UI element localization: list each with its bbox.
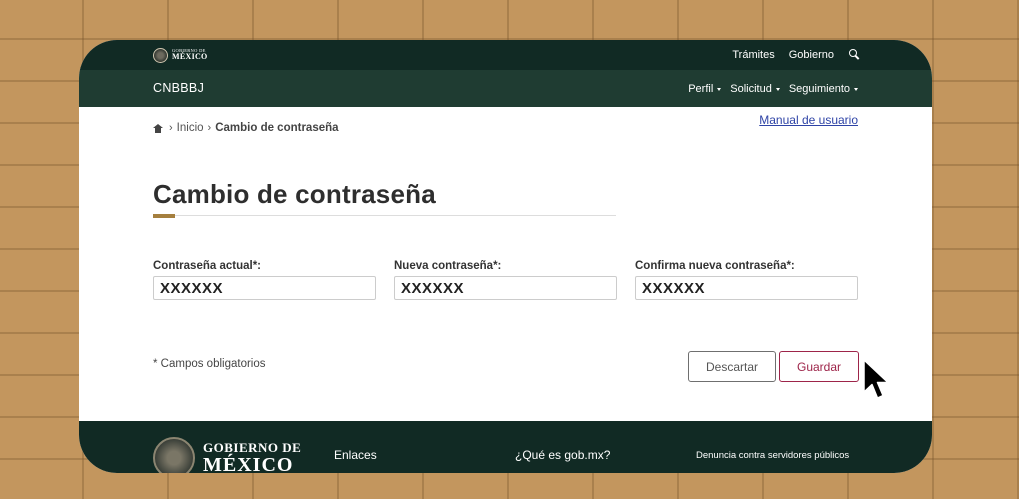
nav-item-label: Seguimiento: [788, 82, 850, 95]
footer-link-que-es-gob[interactable]: ¿Qué es gob.mx?: [515, 448, 610, 462]
search-icon[interactable]: [848, 49, 860, 61]
new-password-field: Nueva contraseña*:: [394, 260, 617, 300]
breadcrumb-separator: ›: [207, 122, 212, 134]
footer-link-denuncia[interactable]: Denuncia contra servidores públicos: [696, 450, 849, 461]
main-navbar: CNBBBJ Perfil Solicitud Seguimiento: [79, 70, 932, 107]
nav-item-label: Perfil: [688, 82, 714, 95]
nav-menu: Perfil Solicitud Seguimiento: [688, 70, 858, 107]
required-fields-note: * Campos obligatorios: [153, 358, 266, 370]
breadcrumb: › Inicio › Cambio de contraseña: [153, 122, 339, 134]
footer-link-enlaces[interactable]: Enlaces: [334, 448, 377, 462]
seal-icon: [153, 47, 168, 63]
title-divider: [153, 215, 616, 216]
home-icon[interactable]: [153, 123, 163, 133]
confirm-password-field: Confirma nueva contraseña*:: [635, 260, 858, 300]
caret-down-icon: [854, 87, 858, 91]
current-password-field: Contraseña actual*:: [153, 260, 376, 300]
nav-item-solicitud[interactable]: Solicitud: [730, 83, 780, 95]
page-title: Cambio de contraseña: [153, 179, 436, 209]
gobierno-logo-footer[interactable]: GOBIERNO DE MÉXICO: [153, 437, 301, 473]
footer-logo-text: GOBIERNO DE MÉXICO: [203, 437, 301, 473]
footer-logo-line2: MÉXICO: [203, 454, 294, 473]
discard-button[interactable]: Descartar: [688, 351, 776, 382]
mouse-cursor-icon: [863, 359, 889, 399]
tramites-link[interactable]: Trámites: [732, 49, 774, 61]
logo-line2: MÉXICO: [172, 52, 208, 62]
new-password-input[interactable]: [394, 276, 617, 300]
confirm-password-label: Confirma nueva contraseña*:: [635, 260, 795, 272]
gobierno-link[interactable]: Gobierno: [789, 49, 834, 61]
breadcrumb-current: Cambio de contraseña: [215, 122, 339, 134]
footer: GOBIERNO DE MÉXICO Enlaces ¿Qué es gob.m…: [79, 421, 932, 473]
brand-name[interactable]: CNBBBJ: [153, 70, 204, 107]
current-password-label: Contraseña actual*:: [153, 260, 262, 272]
title-accent-bar: [153, 214, 175, 218]
new-password-label: Nueva contraseña*:: [394, 260, 502, 272]
nav-item-perfil[interactable]: Perfil: [688, 82, 722, 95]
caret-down-icon: [775, 87, 780, 91]
nav-item-label: Solicitud: [730, 82, 772, 95]
seal-icon: [153, 437, 195, 473]
save-button[interactable]: Guardar: [779, 351, 859, 382]
manual-usuario-link[interactable]: Manual de usuario: [759, 113, 858, 127]
breadcrumb-inicio[interactable]: Inicio: [177, 122, 204, 134]
browser-frame: GOBIERNO DE MÉXICO Trámites Gobierno CNB…: [79, 40, 932, 473]
logo-text: GOBIERNO DE MÉXICO: [172, 48, 208, 62]
breadcrumb-separator: ›: [169, 122, 173, 134]
main-content: › Inicio › Cambio de contraseña Manual d…: [79, 107, 932, 421]
nav-item-seguimiento[interactable]: Seguimiento: [789, 83, 858, 95]
confirm-password-input[interactable]: [635, 276, 858, 300]
caret-down-icon: [717, 87, 722, 91]
top-bar: GOBIERNO DE MÉXICO Trámites Gobierno: [79, 40, 932, 70]
gobierno-logo-small[interactable]: GOBIERNO DE MÉXICO: [153, 44, 208, 66]
top-links: Trámites Gobierno: [732, 40, 860, 70]
current-password-input[interactable]: [153, 276, 376, 300]
footer-logo-line1: GOBIERNO DE: [203, 440, 302, 455]
